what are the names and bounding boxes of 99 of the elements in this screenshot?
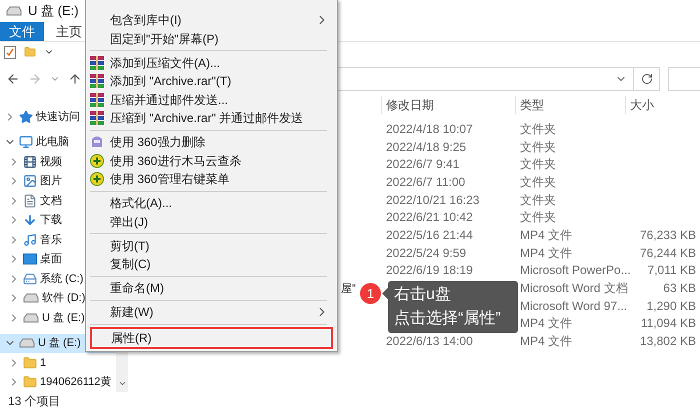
type-cell: 文件夹 [520,122,556,136]
type-cell: Microsoft Word 97... [520,298,628,313]
size-cell-text: 1,290 KB [646,298,696,315]
type-cell: 文件夹 [520,140,556,154]
date-cell: 2022/6/21 10:42 [386,210,473,224]
books-icon [90,56,104,70]
type-cell: 文件夹 [520,192,556,207]
film-icon [23,154,37,169]
up-icon[interactable] [68,72,82,86]
sidebar-item[interactable]: 文档 [0,191,63,210]
menu-item[interactable]: 格式化(A)... [86,194,337,212]
step-badge: 1 [360,283,381,304]
menu-item[interactable]: 复制(C) [86,254,337,274]
sidebar-item[interactable]: 1940626112黄 [0,372,112,392]
drive-icon [19,338,35,348]
sidebar-item[interactable]: 下载 [0,210,63,230]
desktop-icon [23,253,37,266]
drive-icon [6,6,22,16]
ribbon-tab[interactable]: 主页 [55,22,83,41]
menu-item[interactable]: 压缩到 "Archive.rar" 并通过邮件发送 [86,108,337,128]
date-cell: 2022/6/7 9:41 [386,157,460,172]
menu-item[interactable]: 剪切(T) [86,236,337,255]
back-icon[interactable] [6,72,20,86]
size-cell-text: 11,094 KB [640,315,696,332]
window-title: U 盘 (E:) [28,2,79,20]
sidebar-item[interactable]: 视频 [0,152,63,172]
folder-icon [23,356,37,370]
date-cell: 2022/4/18 10:07 [386,122,473,136]
type-cell: MP4 文件 [520,246,572,260]
size-cell-text: 76,233 KB [640,226,696,244]
computer-icon [19,135,33,150]
picture-icon [23,174,37,188]
checklist-icon [4,46,16,58]
scroll-down-icon[interactable] [118,379,126,388]
size-cell-text: 63 KB [663,280,696,298]
status-text: 13 个项目 [8,392,61,408]
column-header[interactable]: 修改日期 [381,96,515,114]
type-cell: Microsoft PowerPo... [520,263,631,278]
menu-item[interactable]: 固定到"开始"屏幕(P) [86,29,337,48]
menu-item[interactable]: 新建(W) [86,302,337,322]
drive-icon [23,272,37,286]
type-cell: 文件夹 [520,210,556,224]
document-icon [23,194,37,208]
plus-circle-icon [90,172,104,186]
date-cell: 2022/5/16 21:44 [386,228,473,242]
date-cell: 2022/6/13 14:00 [386,334,473,348]
download-icon [23,213,37,228]
books-icon [90,74,104,88]
sidebar-item[interactable]: 桌面 [0,250,63,269]
type-cell: MP4 文件 [520,228,572,242]
ribbon-tab[interactable]: 文件 [0,22,44,41]
star-icon [19,110,33,124]
date-cell: 2022/4/18 9:25 [386,140,466,154]
sidebar-item[interactable]: 1 [0,353,48,372]
refresh-icon[interactable] [640,73,652,85]
plus-circle-icon [90,154,104,168]
menu-item[interactable]: 添加到压缩文件(A)... [86,53,337,72]
books-icon [90,92,104,106]
folder-icon [24,46,36,58]
menu-item[interactable]: 属性(R) [90,326,333,349]
size-cell-text: 7,011 KB [648,262,696,280]
menu-item[interactable]: 包含到库中(I) [86,10,337,30]
callout-text: 右击u盘 [394,284,452,305]
sidebar-item[interactable]: 图片 [0,172,63,191]
folder-icon [23,375,37,390]
type-cell: 文件夹 [520,157,556,172]
menu-item[interactable]: 使用 360管理右键菜单 [86,170,337,188]
type-cell: Microsoft Word 文档 [520,281,628,296]
size-cell-text: 13,802 KB [640,333,696,350]
menu-item[interactable]: 压缩并通过邮件发送... [86,90,337,109]
sidebar-item[interactable]: 此电脑 [0,132,70,152]
menu-item[interactable]: 添加到 "Archive.rar"(T) [86,72,337,90]
menu-item[interactable]: 弹出(J) [86,212,337,231]
music-icon [23,232,37,247]
sidebar-item[interactable]: 音乐 [0,230,63,250]
forward-icon[interactable] [28,72,42,86]
type-cell: MP4 文件 [520,316,572,330]
date-cell: 2022/10/21 16:23 [386,192,480,207]
type-cell: 文件夹 [520,174,556,189]
sidebar-item[interactable]: U 盘 (E:) [0,308,86,328]
search-field[interactable] [668,67,700,91]
menu-item[interactable]: 使用 360进行木马云查杀 [86,151,337,170]
date-cell: 2022/6/7 11:00 [386,174,466,189]
menu-item[interactable]: 重命名(M) [86,278,337,298]
size-cell-text: 76,244 KB [640,244,696,262]
sidebar-item[interactable]: 软件 (D:) [0,288,86,308]
callout-text: 点击选择“属性” [394,308,502,329]
drive-icon [23,312,39,323]
date-cell: 2022/5/24 9:59 [386,246,466,260]
sidebar-item[interactable]: 系统 (C:) [0,269,84,288]
books-icon [90,111,104,125]
drive-icon [23,293,39,304]
date-cell: 2022/6/19 18:19 [386,263,473,278]
file-name: 屋” [341,282,356,295]
column-header[interactable]: 大小 [625,96,700,114]
menu-item[interactable]: 使用 360强力删除 [86,132,337,152]
type-cell: MP4 文件 [520,334,572,348]
sidebar-item[interactable]: 快速访问 [0,107,81,126]
column-header[interactable]: 类型 [515,96,625,114]
